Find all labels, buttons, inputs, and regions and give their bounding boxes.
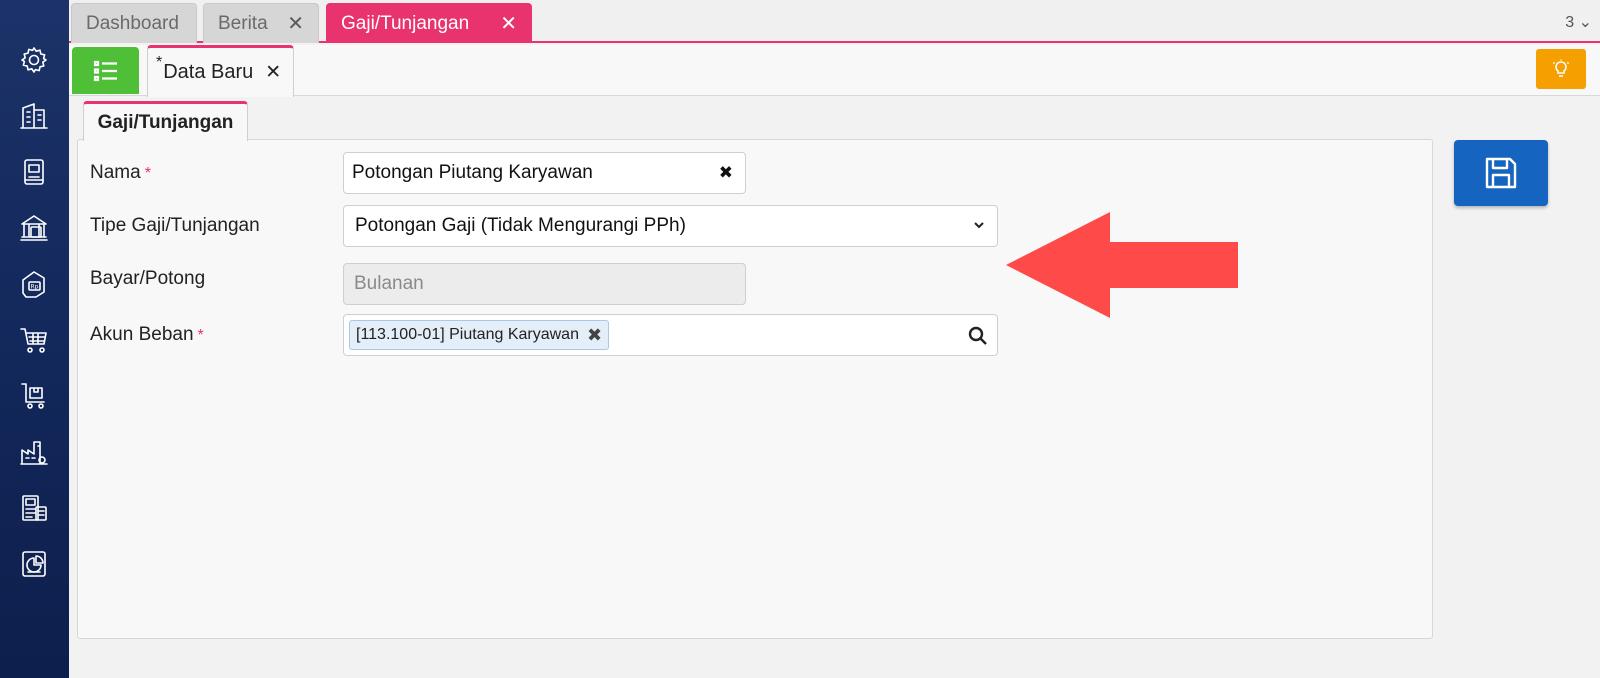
required-mark: * [197, 327, 204, 344]
akun-chip[interactable]: [113.100-01] Piutang Karyawan ✖ [349, 320, 610, 350]
lightbulb-icon [1552, 59, 1570, 77]
nama-input[interactable]: Potongan Piutang Karyawan ✖ [343, 152, 746, 194]
nama-value: Potongan Piutang Karyawan [352, 162, 593, 183]
tab-label: Berita [218, 12, 268, 34]
tab-count-dropdown[interactable]: 3 ⌄ [1565, 12, 1592, 32]
top-tab-bar: Dashboard Berita ✕ Gaji/Tunjangan ✕ 3 ⌄ [69, 0, 1600, 43]
bayar-label-text: Bayar/Potong [90, 268, 206, 289]
tax-report-icon[interactable] [14, 488, 54, 528]
floppy-disk-icon [1485, 157, 1517, 189]
form-tab-gaji-tunjangan[interactable]: Gaji/Tunjangan [83, 101, 248, 141]
chip-label: [113.100-01] Piutang Karyawan [356, 326, 579, 343]
tab-data-baru[interactable]: * Data Baru ✕ [147, 45, 294, 97]
sub-tab-bar: * Data Baru ✕ [69, 45, 1600, 97]
tab-dashboard[interactable]: Dashboard [71, 3, 197, 43]
sidebar: Rp [0, 0, 69, 678]
tab-label: Dashboard [86, 12, 179, 34]
tab-label: Data Baru [163, 61, 254, 83]
cart-icon[interactable] [14, 320, 54, 360]
modified-marker: * [156, 53, 163, 71]
hint-button[interactable] [1536, 49, 1586, 89]
clear-icon[interactable]: ✖ [719, 163, 733, 183]
close-icon[interactable]: ✕ [265, 61, 281, 84]
bayar-value: Bulanan [354, 273, 424, 294]
save-button[interactable] [1454, 140, 1548, 206]
svg-text:Rp: Rp [31, 284, 39, 291]
akun-label: Akun Beban * [90, 324, 204, 346]
tipe-select[interactable]: Potongan Gaji (Tidak Mengurangi PPh) [343, 205, 998, 247]
tipe-label: Tipe Gaji/Tunjangan [90, 215, 260, 237]
chevron-down-icon: ⌄ [1578, 14, 1592, 31]
bayar-label: Bayar/Potong [90, 268, 205, 290]
book-icon[interactable] [14, 152, 54, 192]
tab-gaji-tunjangan[interactable]: Gaji/Tunjangan ✕ [326, 3, 532, 43]
close-icon[interactable]: ✕ [287, 11, 304, 36]
gear-icon[interactable] [14, 40, 54, 80]
list-icon [93, 60, 117, 81]
nama-label-text: Nama [90, 162, 141, 183]
tab-count-value: 3 [1565, 14, 1575, 31]
close-icon[interactable]: ✕ [500, 11, 517, 36]
search-icon[interactable] [967, 325, 989, 347]
building-icon[interactable] [14, 96, 54, 136]
chevron-down-icon [971, 217, 987, 233]
bayar-input: Bulanan [343, 263, 746, 305]
rupiah-tag-icon[interactable]: Rp [14, 264, 54, 304]
list-button[interactable] [72, 47, 139, 94]
tab-berita[interactable]: Berita ✕ [203, 3, 319, 43]
factory-icon[interactable] [14, 432, 54, 472]
remove-chip-icon[interactable]: ✖ [587, 325, 602, 346]
annotation-arrow [1006, 212, 1238, 318]
akun-label-text: Akun Beban [90, 324, 194, 345]
akun-input[interactable]: [113.100-01] Piutang Karyawan ✖ [343, 314, 998, 356]
pie-chart-icon[interactable] [14, 544, 54, 584]
form-tab-label: Gaji/Tunjangan [97, 111, 234, 133]
bank-icon[interactable] [14, 208, 54, 248]
trolley-icon[interactable] [14, 376, 54, 416]
required-mark: * [144, 165, 151, 182]
tab-label: Gaji/Tunjangan [341, 12, 470, 34]
main-area: Dashboard Berita ✕ Gaji/Tunjangan ✕ 3 ⌄ … [69, 0, 1600, 678]
tipe-label-text: Tipe Gaji/Tunjangan [90, 215, 260, 236]
tipe-value: Potongan Gaji (Tidak Mengurangi PPh) [355, 215, 686, 236]
nama-label: Nama * [90, 162, 151, 184]
